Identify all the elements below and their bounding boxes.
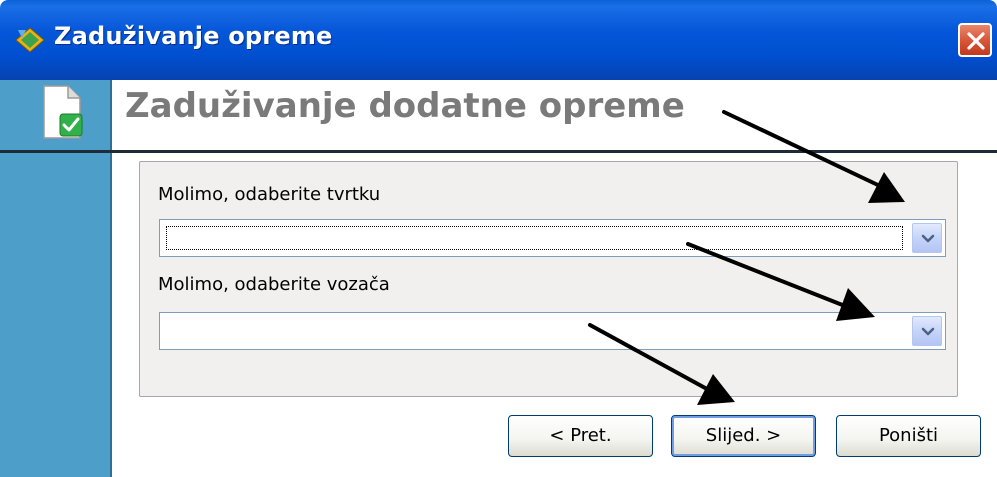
close-x-icon: [967, 32, 985, 50]
company-select[interactable]: [159, 219, 946, 257]
header-divider: [0, 150, 997, 153]
sidebar-divider: [110, 80, 112, 477]
company-dropdown-button[interactable]: [912, 223, 942, 253]
driver-label: Molimo, odaberite vozača: [158, 274, 390, 295]
back-button[interactable]: < Pret.: [508, 415, 653, 457]
close-button[interactable]: [958, 23, 992, 57]
company-label: Molimo, odaberite tvrtku: [158, 184, 381, 205]
next-button[interactable]: Slijed. >: [671, 415, 816, 457]
document-check-icon: [43, 85, 83, 139]
cancel-button[interactable]: Poništi: [836, 415, 981, 457]
title-bar: Zaduživanje opreme: [0, 0, 997, 80]
chevron-down-icon: [921, 234, 935, 243]
form-panel: Molimo, odaberite tvrtku Molimo, odaberi…: [139, 161, 958, 397]
driver-select[interactable]: [159, 312, 946, 350]
chevron-down-icon: [921, 327, 935, 336]
app-diamond-icon: [15, 27, 45, 53]
window-title: Zaduživanje opreme: [54, 22, 333, 50]
focus-rectangle: [166, 226, 903, 250]
driver-dropdown-button[interactable]: [912, 316, 942, 346]
page-title: Zaduživanje dodatne opreme: [125, 86, 685, 126]
